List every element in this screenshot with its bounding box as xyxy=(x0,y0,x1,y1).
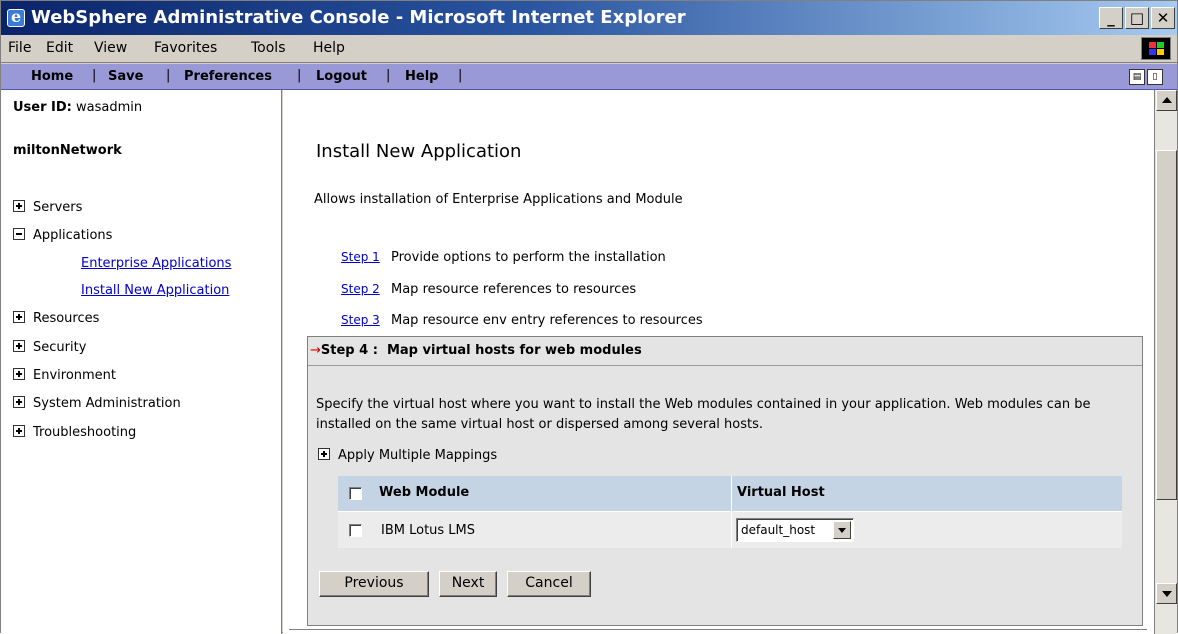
next-button[interactable]: Next xyxy=(439,571,497,597)
vertical-scrollbar[interactable] xyxy=(1154,90,1177,634)
nav-separator: | xyxy=(92,68,97,83)
title-bar: WebSphere Administrative Console - Micro… xyxy=(1,1,1177,35)
user-id-value: wasadmin xyxy=(76,100,143,115)
menu-favorites[interactable]: Favorites xyxy=(154,40,217,56)
tree-item-label: Resources xyxy=(33,311,100,326)
link-install-new-application[interactable]: Install New Application xyxy=(81,283,229,298)
page-layout-icon[interactable]: ▤ xyxy=(1129,69,1145,85)
scroll-up-icon[interactable] xyxy=(1156,90,1177,111)
close-button[interactable]: ✕ xyxy=(1151,7,1175,29)
current-step-header: →Step 4 : Map virtual hosts for web modu… xyxy=(308,337,1142,366)
tree-item-label: Security xyxy=(33,340,87,355)
expand-icon[interactable] xyxy=(13,425,25,437)
divider xyxy=(289,629,1147,632)
table-header: Web Module Virtual Host xyxy=(338,476,1122,511)
expand-icon[interactable] xyxy=(318,448,330,460)
scroll-thumb[interactable] xyxy=(1156,150,1177,500)
nav-separator: | xyxy=(386,68,391,83)
tree-item-resources[interactable]: Resources xyxy=(13,311,99,326)
link-enterprise-applications[interactable]: Enterprise Applications xyxy=(81,256,231,271)
table-row: IBM Lotus LMS default_host xyxy=(338,511,1122,548)
expand-icon[interactable] xyxy=(13,368,25,380)
current-step-panel: →Step 4 : Map virtual hosts for web modu… xyxy=(307,336,1143,626)
row-checkbox[interactable] xyxy=(349,524,362,537)
virtual-host-value: default_host xyxy=(741,523,816,537)
tree-item-security[interactable]: Security xyxy=(13,340,86,355)
new-page-icon[interactable]: ▯ xyxy=(1147,69,1163,85)
windows-logo-icon xyxy=(1141,37,1171,60)
header-web-module: Web Module xyxy=(379,485,470,500)
step-text: Provide options to perform the installat… xyxy=(391,250,666,265)
maximize-button[interactable]: □ xyxy=(1125,7,1149,29)
nav-separator: | xyxy=(297,68,302,83)
step-text: Map resource references to resources xyxy=(391,282,637,297)
nav-save[interactable]: Save xyxy=(108,69,143,84)
nav-home[interactable]: Home xyxy=(31,69,73,84)
cancel-button[interactable]: Cancel xyxy=(507,571,591,597)
expand-icon[interactable] xyxy=(13,311,25,323)
step-3-link[interactable]: Step 3 xyxy=(341,313,391,327)
page-title: Install New Application xyxy=(316,141,522,162)
web-module-cell: IBM Lotus LMS xyxy=(381,523,476,538)
apply-multiple-label: Apply Multiple Mappings xyxy=(338,448,498,463)
select-all-checkbox[interactable] xyxy=(349,487,362,500)
navigation-tree: User ID: wasadmin miltonNetwork Servers … xyxy=(1,90,282,634)
step-1-link[interactable]: Step 1 xyxy=(341,250,391,264)
column-divider xyxy=(731,476,732,548)
collapse-icon[interactable] xyxy=(13,228,25,240)
menu-bar: File Edit View Favorites Tools Help xyxy=(1,35,1177,63)
minimize-button[interactable]: _ xyxy=(1099,7,1123,29)
menu-file[interactable]: File xyxy=(8,40,31,56)
mapping-table: Web Module Virtual Host IBM Lotus LMS de… xyxy=(338,476,1122,548)
internet-explorer-icon xyxy=(7,7,25,27)
menu-edit[interactable]: Edit xyxy=(46,40,73,56)
current-step-label: Step 4 : xyxy=(320,343,378,358)
previous-button[interactable]: Previous xyxy=(319,571,429,597)
network-name: miltonNetwork xyxy=(13,143,122,158)
browser-window: WebSphere Administrative Console - Micro… xyxy=(0,0,1178,634)
step-row: Step 2 Map resource references to resourc… xyxy=(341,282,636,297)
nav-logout[interactable]: Logout xyxy=(316,69,367,84)
apply-multiple-mappings[interactable]: Apply Multiple Mappings xyxy=(318,448,497,463)
content-area: Install New Application Allows installat… xyxy=(283,90,1154,634)
chevron-down-icon[interactable] xyxy=(833,521,851,539)
tree-item-system-administration[interactable]: System Administration xyxy=(13,396,181,411)
console-nav-bar: Home | Save | Preferences | Logout | Hel… xyxy=(1,64,1177,90)
expand-icon[interactable] xyxy=(13,200,25,212)
scroll-down-icon[interactable] xyxy=(1156,583,1177,604)
current-step-description: Specify the virtual host where you want … xyxy=(316,397,1091,432)
arrow-right-icon: → xyxy=(310,343,321,358)
step-row: Step 1 Provide options to perform the ins… xyxy=(341,250,666,265)
tree-item-troubleshooting[interactable]: Troubleshooting xyxy=(13,425,136,440)
step-text: Map resource env entry references to res… xyxy=(391,313,703,328)
tree-item-servers[interactable]: Servers xyxy=(13,200,82,215)
menu-tools[interactable]: Tools xyxy=(251,40,286,56)
nav-separator: | xyxy=(166,68,171,83)
nav-separator: | xyxy=(458,68,463,83)
tree-item-label: Applications xyxy=(33,228,113,243)
tree-item-applications[interactable]: Applications xyxy=(13,228,112,243)
expand-icon[interactable] xyxy=(13,340,25,352)
tree-item-label: Troubleshooting xyxy=(33,425,137,440)
expand-icon[interactable] xyxy=(13,396,25,408)
step-2-link[interactable]: Step 2 xyxy=(341,282,391,296)
tree-item-label: System Administration xyxy=(33,396,181,411)
window-title: WebSphere Administrative Console - Micro… xyxy=(31,7,686,28)
tree-item-label: Environment xyxy=(33,368,117,383)
header-virtual-host: Virtual Host xyxy=(737,485,825,500)
tree-item-environment[interactable]: Environment xyxy=(13,368,116,383)
tree-item-label: Servers xyxy=(33,200,83,215)
user-id: User ID: wasadmin xyxy=(13,100,142,115)
nav-preferences[interactable]: Preferences xyxy=(184,69,272,84)
user-id-label: User ID: xyxy=(13,100,72,115)
nav-help[interactable]: Help xyxy=(405,69,438,84)
step-row: Step 3 Map resource env entry references … xyxy=(341,313,703,328)
menu-view[interactable]: View xyxy=(94,40,127,56)
page-description: Allows installation of Enterprise Applic… xyxy=(314,192,683,207)
virtual-host-select[interactable]: default_host xyxy=(736,518,854,542)
menu-help[interactable]: Help xyxy=(313,40,345,56)
current-step-title: Map virtual hosts for web modules xyxy=(386,343,642,358)
